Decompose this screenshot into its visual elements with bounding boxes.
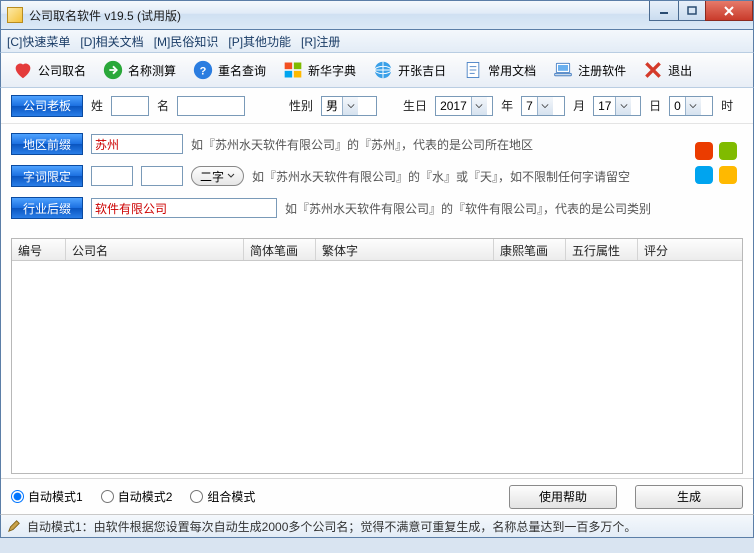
gender-label: 性别 [289, 97, 313, 114]
year-suffix: 年 [501, 97, 513, 114]
menubar: [C]快速菜单 [D]相关文档 [M]民俗知识 [P]其他功能 [R]注册 [0, 30, 754, 52]
chevron-down-icon [685, 97, 701, 115]
tool-register-label: 注册软件 [578, 62, 626, 79]
month-select[interactable]: 7 [521, 96, 565, 116]
day-select[interactable]: 17 [593, 96, 641, 116]
generate-button[interactable]: 生成 [635, 485, 743, 509]
chevron-down-icon [471, 97, 487, 115]
naming-section: 地区前缀 如『苏州水天软件有限公司』的『苏州』，代表的是公司所在地区 字词限定 … [1, 124, 753, 234]
gender-select[interactable]: 男 [321, 96, 377, 116]
chevron-down-icon [537, 97, 553, 115]
chevron-down-icon [227, 172, 235, 180]
boss-button[interactable]: 公司老板 [11, 95, 83, 117]
tool-luck-label: 开张吉日 [398, 62, 446, 79]
close-button[interactable] [705, 1, 753, 21]
prefix-input[interactable] [91, 134, 183, 154]
tool-common[interactable]: 常用文档 [455, 55, 543, 85]
menu-docs[interactable]: [D]相关文档 [80, 33, 143, 50]
hour-select[interactable]: 0 [669, 96, 713, 116]
tool-dup-label: 重名查询 [218, 62, 266, 79]
form-row: 公司老板 姓 名 性别 男 生日 2017 年 7 月 17 日 0 时 [1, 88, 753, 124]
toolbar: 公司取名 名称测算 ? 重名查询 新华字典 开张吉日 常用文档 注册软件 退出 [0, 52, 754, 88]
tool-dup[interactable]: ? 重名查询 [185, 55, 273, 85]
tool-dict[interactable]: 新华字典 [275, 55, 363, 85]
question-icon: ? [192, 59, 214, 81]
surname-label: 姓 [91, 97, 103, 114]
col-score[interactable]: 评分 [638, 239, 742, 260]
keyword-mode-select[interactable]: 二字 [191, 166, 244, 186]
tool-exit[interactable]: 退出 [635, 55, 699, 85]
tool-calc[interactable]: 名称测算 [95, 55, 183, 85]
tool-common-label: 常用文档 [488, 62, 536, 79]
tool-naming[interactable]: 公司取名 [5, 55, 93, 85]
menu-quick[interactable]: [C]快速菜单 [7, 33, 70, 50]
suffix-input[interactable] [91, 198, 277, 218]
month-suffix: 月 [573, 97, 585, 114]
gender-value: 男 [322, 97, 342, 114]
statusbar: 自动模式1：由软件根据您设置每次自动生成2000多个公司名；觉得不满意可重复生成… [0, 514, 754, 538]
birth-label: 生日 [403, 97, 427, 114]
window-controls [650, 1, 753, 21]
tool-exit-label: 退出 [668, 62, 692, 79]
document-icon [462, 59, 484, 81]
svg-text:?: ? [200, 66, 207, 78]
surname-input[interactable] [111, 96, 149, 116]
laptop-icon [552, 59, 574, 81]
given-label: 名 [157, 97, 169, 114]
menu-other[interactable]: [P]其他功能 [228, 33, 291, 50]
menu-folk[interactable]: [M]民俗知识 [154, 33, 219, 50]
tool-dict-label: 新华字典 [308, 62, 356, 79]
keyword-input-2[interactable] [141, 166, 183, 186]
help-button[interactable]: 使用帮助 [509, 485, 617, 509]
arrow-right-icon [102, 59, 124, 81]
results-table[interactable]: 编号 公司名 简体笔画 繁体字 康熙笔画 五行属性 评分 [11, 238, 743, 474]
titlebar: 公司取名软件 v19.5 (试用版) [0, 0, 754, 30]
pencil-icon [7, 519, 21, 533]
chevron-down-icon [615, 97, 631, 115]
keyword-input-1[interactable] [91, 166, 133, 186]
prefix-hint: 如『苏州水天软件有限公司』的『苏州』，代表的是公司所在地区 [191, 136, 533, 153]
minimize-button[interactable] [649, 1, 679, 21]
col-wuxing[interactable]: 五行属性 [566, 239, 638, 260]
col-name[interactable]: 公司名 [66, 239, 244, 260]
app-icon [7, 7, 23, 23]
menu-register[interactable]: [R]注册 [301, 33, 340, 50]
mode1-radio[interactable]: 自动模式1 [11, 488, 83, 505]
mode3-radio[interactable]: 组合模式 [190, 488, 255, 505]
given-input[interactable] [177, 96, 245, 116]
tool-naming-label: 公司取名 [38, 62, 86, 79]
maximize-button[interactable] [678, 1, 706, 21]
mode2-radio[interactable]: 自动模式2 [101, 488, 173, 505]
window-title: 公司取名软件 v19.5 (试用版) [29, 7, 181, 24]
content-area: 公司老板 姓 名 性别 男 生日 2017 年 7 月 17 日 0 时 地区前… [0, 88, 754, 514]
col-simplified[interactable]: 简体笔画 [244, 239, 316, 260]
prefix-button[interactable]: 地区前缀 [11, 133, 83, 155]
hour-suffix: 时 [721, 97, 733, 114]
col-traditional[interactable]: 繁体字 [316, 239, 494, 260]
suffix-hint: 如『苏州水天软件有限公司』的『软件有限公司』，代表的是公司类别 [285, 200, 651, 217]
day-suffix: 日 [649, 97, 661, 114]
office-logo-icon [691, 138, 743, 190]
keyword-mode-value: 二字 [200, 168, 224, 185]
status-text: 自动模式1：由软件根据您设置每次自动生成2000多个公司名；觉得不满意可重复生成… [27, 518, 636, 535]
suffix-button[interactable]: 行业后缀 [11, 197, 83, 219]
table-header: 编号 公司名 简体笔画 繁体字 康熙笔画 五行属性 评分 [12, 239, 742, 261]
chevron-down-icon [342, 97, 358, 115]
heart-icon [12, 59, 34, 81]
col-kangxi[interactable]: 康熙笔画 [494, 239, 566, 260]
year-select[interactable]: 2017 [435, 96, 493, 116]
tool-register[interactable]: 注册软件 [545, 55, 633, 85]
keyword-button[interactable]: 字词限定 [11, 165, 83, 187]
bottom-bar: 自动模式1 自动模式2 组合模式 使用帮助 生成 [1, 478, 753, 514]
tool-calc-label: 名称测算 [128, 62, 176, 79]
windows-flag-icon [282, 59, 304, 81]
keyword-hint: 如『苏州水天软件有限公司』的『水』或『天』，如不限制任何字请留空 [252, 168, 630, 185]
x-icon [642, 59, 664, 81]
col-id[interactable]: 编号 [12, 239, 66, 260]
globe-icon [372, 59, 394, 81]
tool-luck[interactable]: 开张吉日 [365, 55, 453, 85]
